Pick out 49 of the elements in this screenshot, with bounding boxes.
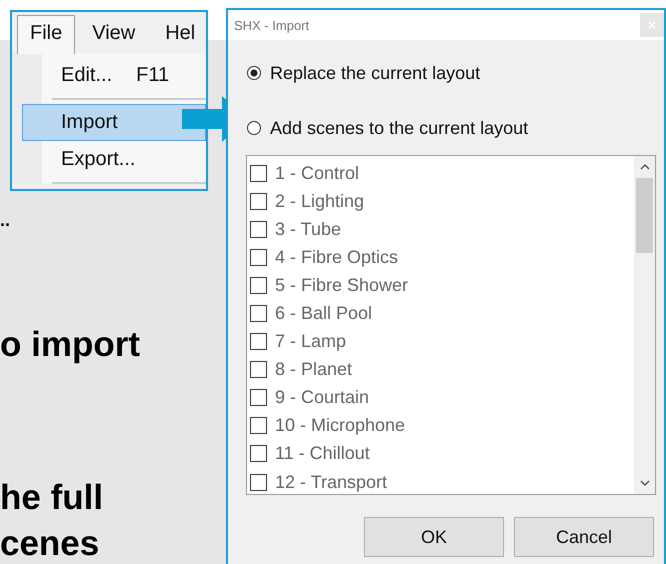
checkbox[interactable] bbox=[250, 333, 267, 350]
radio-button[interactable] bbox=[246, 120, 262, 136]
menu-item-label: Export... bbox=[61, 148, 136, 171]
radio-label: Add scenes to the current layout bbox=[270, 118, 528, 138]
slide-text: o import bbox=[0, 325, 140, 365]
checkbox[interactable] bbox=[250, 164, 267, 182]
scene-label: 9 - Courtain bbox=[275, 387, 370, 408]
menu-item[interactable]: Edit... F11 bbox=[22, 57, 206, 94]
slide-text: cenes bbox=[0, 524, 100, 564]
window-title: SHX - Import bbox=[234, 18, 310, 32]
scene-label: 1 - Control bbox=[275, 162, 360, 184]
scene-label: 6 - Ball Pool bbox=[275, 303, 372, 324]
checkbox[interactable] bbox=[250, 445, 267, 462]
checkbox[interactable] bbox=[250, 417, 267, 434]
checkbox[interactable] bbox=[250, 276, 267, 294]
checkbox[interactable] bbox=[250, 248, 267, 266]
menubar-item[interactable]: Hel bbox=[152, 15, 206, 54]
checkbox[interactable] bbox=[250, 192, 267, 210]
radio-button[interactable] bbox=[246, 65, 262, 81]
scene-label: 5 - Fibre Shower bbox=[275, 274, 408, 296]
scene-label: 7 - Lamp bbox=[275, 331, 346, 352]
scene-label: 11 - Chillout bbox=[275, 443, 370, 464]
checkbox[interactable] bbox=[250, 361, 267, 378]
scene-label: 2 - Lighting bbox=[275, 190, 364, 212]
scene-label: 4 - Fibre Optics bbox=[275, 246, 398, 268]
checkbox[interactable] bbox=[250, 474, 267, 491]
menu-item[interactable]: Export... bbox=[22, 141, 206, 178]
dialog-button[interactable]: OK bbox=[364, 517, 504, 557]
scene-label: 3 - Tube bbox=[275, 218, 342, 240]
radio-label: Replace the current layout bbox=[270, 62, 480, 84]
checkbox[interactable] bbox=[250, 220, 267, 238]
menubar-item[interactable]: View bbox=[79, 15, 148, 54]
dialog-button[interactable]: Cancel bbox=[514, 517, 654, 557]
shortcut-text: F11 bbox=[136, 64, 170, 87]
checkbox[interactable] bbox=[250, 305, 267, 322]
scroll-down-icon[interactable] bbox=[640, 480, 650, 486]
scene-label: 8 - Planet bbox=[275, 359, 352, 380]
menu-item-label: Import bbox=[61, 111, 118, 134]
checkbox[interactable] bbox=[250, 389, 267, 406]
slide-text: .. bbox=[0, 210, 10, 231]
scroll-up-icon[interactable] bbox=[640, 164, 650, 170]
menu-item-label: Edit... bbox=[61, 64, 112, 87]
slide-text: he full bbox=[0, 478, 104, 518]
scene-label: 10 - Microphone bbox=[275, 415, 406, 436]
scroll-thumb[interactable] bbox=[636, 178, 653, 253]
menu-item[interactable]: Import bbox=[22, 104, 206, 141]
menubar-item[interactable]: File bbox=[17, 15, 76, 54]
scene-label: 12 - Transport bbox=[275, 472, 388, 493]
scrollbar[interactable] bbox=[634, 156, 655, 494]
